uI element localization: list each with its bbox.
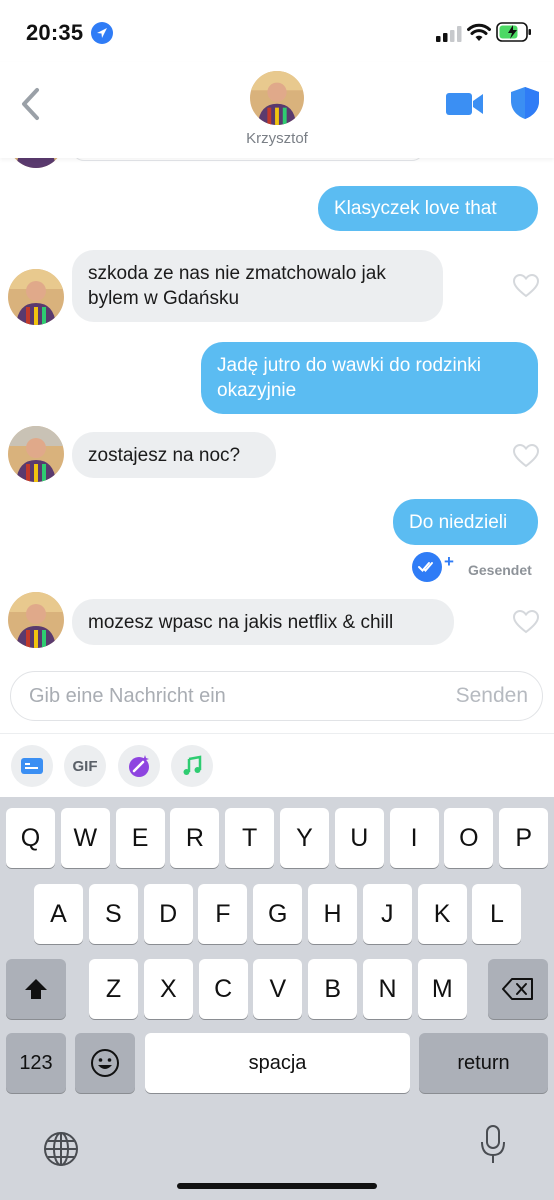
key-j[interactable]: J bbox=[362, 884, 412, 944]
outgoing-message[interactable]: Do niedzieli bbox=[393, 499, 538, 545]
key-n[interactable]: N bbox=[363, 959, 412, 1019]
message-input[interactable] bbox=[29, 672, 419, 720]
key-s[interactable]: S bbox=[88, 884, 138, 944]
magic-sticker-icon bbox=[129, 755, 149, 777]
key-k[interactable]: K bbox=[417, 884, 467, 944]
key-c[interactable]: C bbox=[198, 959, 248, 1019]
chat-header: Krzysztof bbox=[0, 62, 554, 158]
avatar[interactable] bbox=[8, 426, 64, 482]
cellular-signal-icon bbox=[436, 26, 462, 42]
key-v[interactable]: V bbox=[253, 959, 303, 1019]
keyboard: QWERTYUIOP ASDFGHJKL ZXCVBNM 123 spacja … bbox=[0, 797, 554, 1200]
key-o[interactable]: O bbox=[444, 808, 494, 868]
heart-icon[interactable] bbox=[513, 274, 539, 298]
home-indicator[interactable] bbox=[177, 1183, 377, 1189]
key-i[interactable]: I bbox=[389, 808, 439, 868]
key-z[interactable]: Z bbox=[89, 959, 138, 1019]
contact-name[interactable]: Krzysztof bbox=[0, 130, 554, 147]
message-list[interactable]: Klasyczek love that szkoda ze nas nie zm… bbox=[0, 158, 554, 668]
message-sent-status: Gesendet bbox=[468, 562, 532, 578]
backspace-key[interactable] bbox=[488, 959, 548, 1019]
key-w[interactable]: W bbox=[60, 808, 110, 868]
key-g[interactable]: G bbox=[253, 884, 303, 944]
incoming-message[interactable]: mozesz wpasc na jakis netflix & chill bbox=[72, 599, 454, 645]
key-h[interactable]: H bbox=[308, 884, 357, 944]
return-key[interactable]: return bbox=[419, 1033, 548, 1093]
heart-icon[interactable] bbox=[513, 444, 539, 468]
music-button[interactable] bbox=[171, 745, 213, 787]
avatar[interactable] bbox=[8, 592, 64, 648]
space-key[interactable]: spacja bbox=[145, 1033, 410, 1093]
microphone-icon[interactable] bbox=[480, 1125, 506, 1165]
music-note-icon bbox=[183, 755, 202, 775]
shield-icon[interactable] bbox=[510, 86, 540, 120]
send-button[interactable]: Senden bbox=[456, 684, 528, 708]
emoji-key[interactable] bbox=[75, 1033, 135, 1093]
incoming-message[interactable]: zostajesz na noc? bbox=[72, 432, 276, 478]
plus-icon: + bbox=[444, 552, 454, 571]
avatar[interactable] bbox=[8, 269, 64, 325]
gif-label: GIF bbox=[72, 757, 98, 775]
previous-message-bubble bbox=[72, 158, 424, 161]
video-call-icon[interactable] bbox=[446, 91, 484, 117]
card-button[interactable] bbox=[11, 745, 53, 787]
backspace-icon bbox=[502, 978, 533, 1000]
sticker-button[interactable] bbox=[118, 745, 160, 787]
key-t[interactable]: T bbox=[225, 808, 275, 868]
wifi-icon bbox=[467, 23, 491, 41]
back-chevron-icon[interactable] bbox=[16, 86, 46, 122]
double-check-icon bbox=[412, 552, 442, 582]
battery-charging-icon bbox=[496, 22, 531, 42]
attachment-toolbar: GIF bbox=[0, 733, 554, 797]
outgoing-message[interactable]: Jadę jutro do wawki do rodzinki okazyjni… bbox=[201, 342, 538, 414]
contact-avatar[interactable] bbox=[250, 71, 304, 125]
incoming-message[interactable]: szkoda ze nas nie zmatchowalo jak bylem … bbox=[72, 250, 443, 322]
key-x[interactable]: X bbox=[143, 959, 193, 1019]
key-e[interactable]: E bbox=[115, 808, 165, 868]
heart-icon[interactable] bbox=[513, 610, 539, 634]
gif-button[interactable]: GIF bbox=[64, 745, 106, 787]
emoji-smiley-icon bbox=[91, 1049, 119, 1077]
shift-key[interactable] bbox=[6, 959, 66, 1019]
key-l[interactable]: L bbox=[472, 884, 522, 944]
key-p[interactable]: P bbox=[499, 808, 549, 868]
status-bar: 20:35 bbox=[0, 0, 554, 62]
numbers-key[interactable]: 123 bbox=[6, 1033, 66, 1093]
key-m[interactable]: M bbox=[417, 959, 467, 1019]
key-u[interactable]: U bbox=[334, 808, 384, 868]
key-q[interactable]: Q bbox=[6, 808, 55, 868]
avatar bbox=[8, 158, 64, 168]
key-y[interactable]: Y bbox=[280, 808, 329, 868]
key-b[interactable]: B bbox=[308, 959, 358, 1019]
id-card-icon bbox=[21, 758, 43, 774]
outgoing-message[interactable]: Klasyczek love that bbox=[318, 186, 538, 231]
key-r[interactable]: R bbox=[170, 808, 220, 868]
location-arrow-icon bbox=[91, 22, 113, 44]
key-f[interactable]: F bbox=[198, 884, 248, 944]
key-a[interactable]: A bbox=[34, 884, 83, 944]
shift-arrow-icon bbox=[25, 979, 47, 999]
key-d[interactable]: D bbox=[143, 884, 193, 944]
status-time: 20:35 bbox=[26, 20, 84, 45]
globe-icon[interactable] bbox=[43, 1131, 79, 1167]
message-composer: Senden bbox=[10, 671, 543, 721]
